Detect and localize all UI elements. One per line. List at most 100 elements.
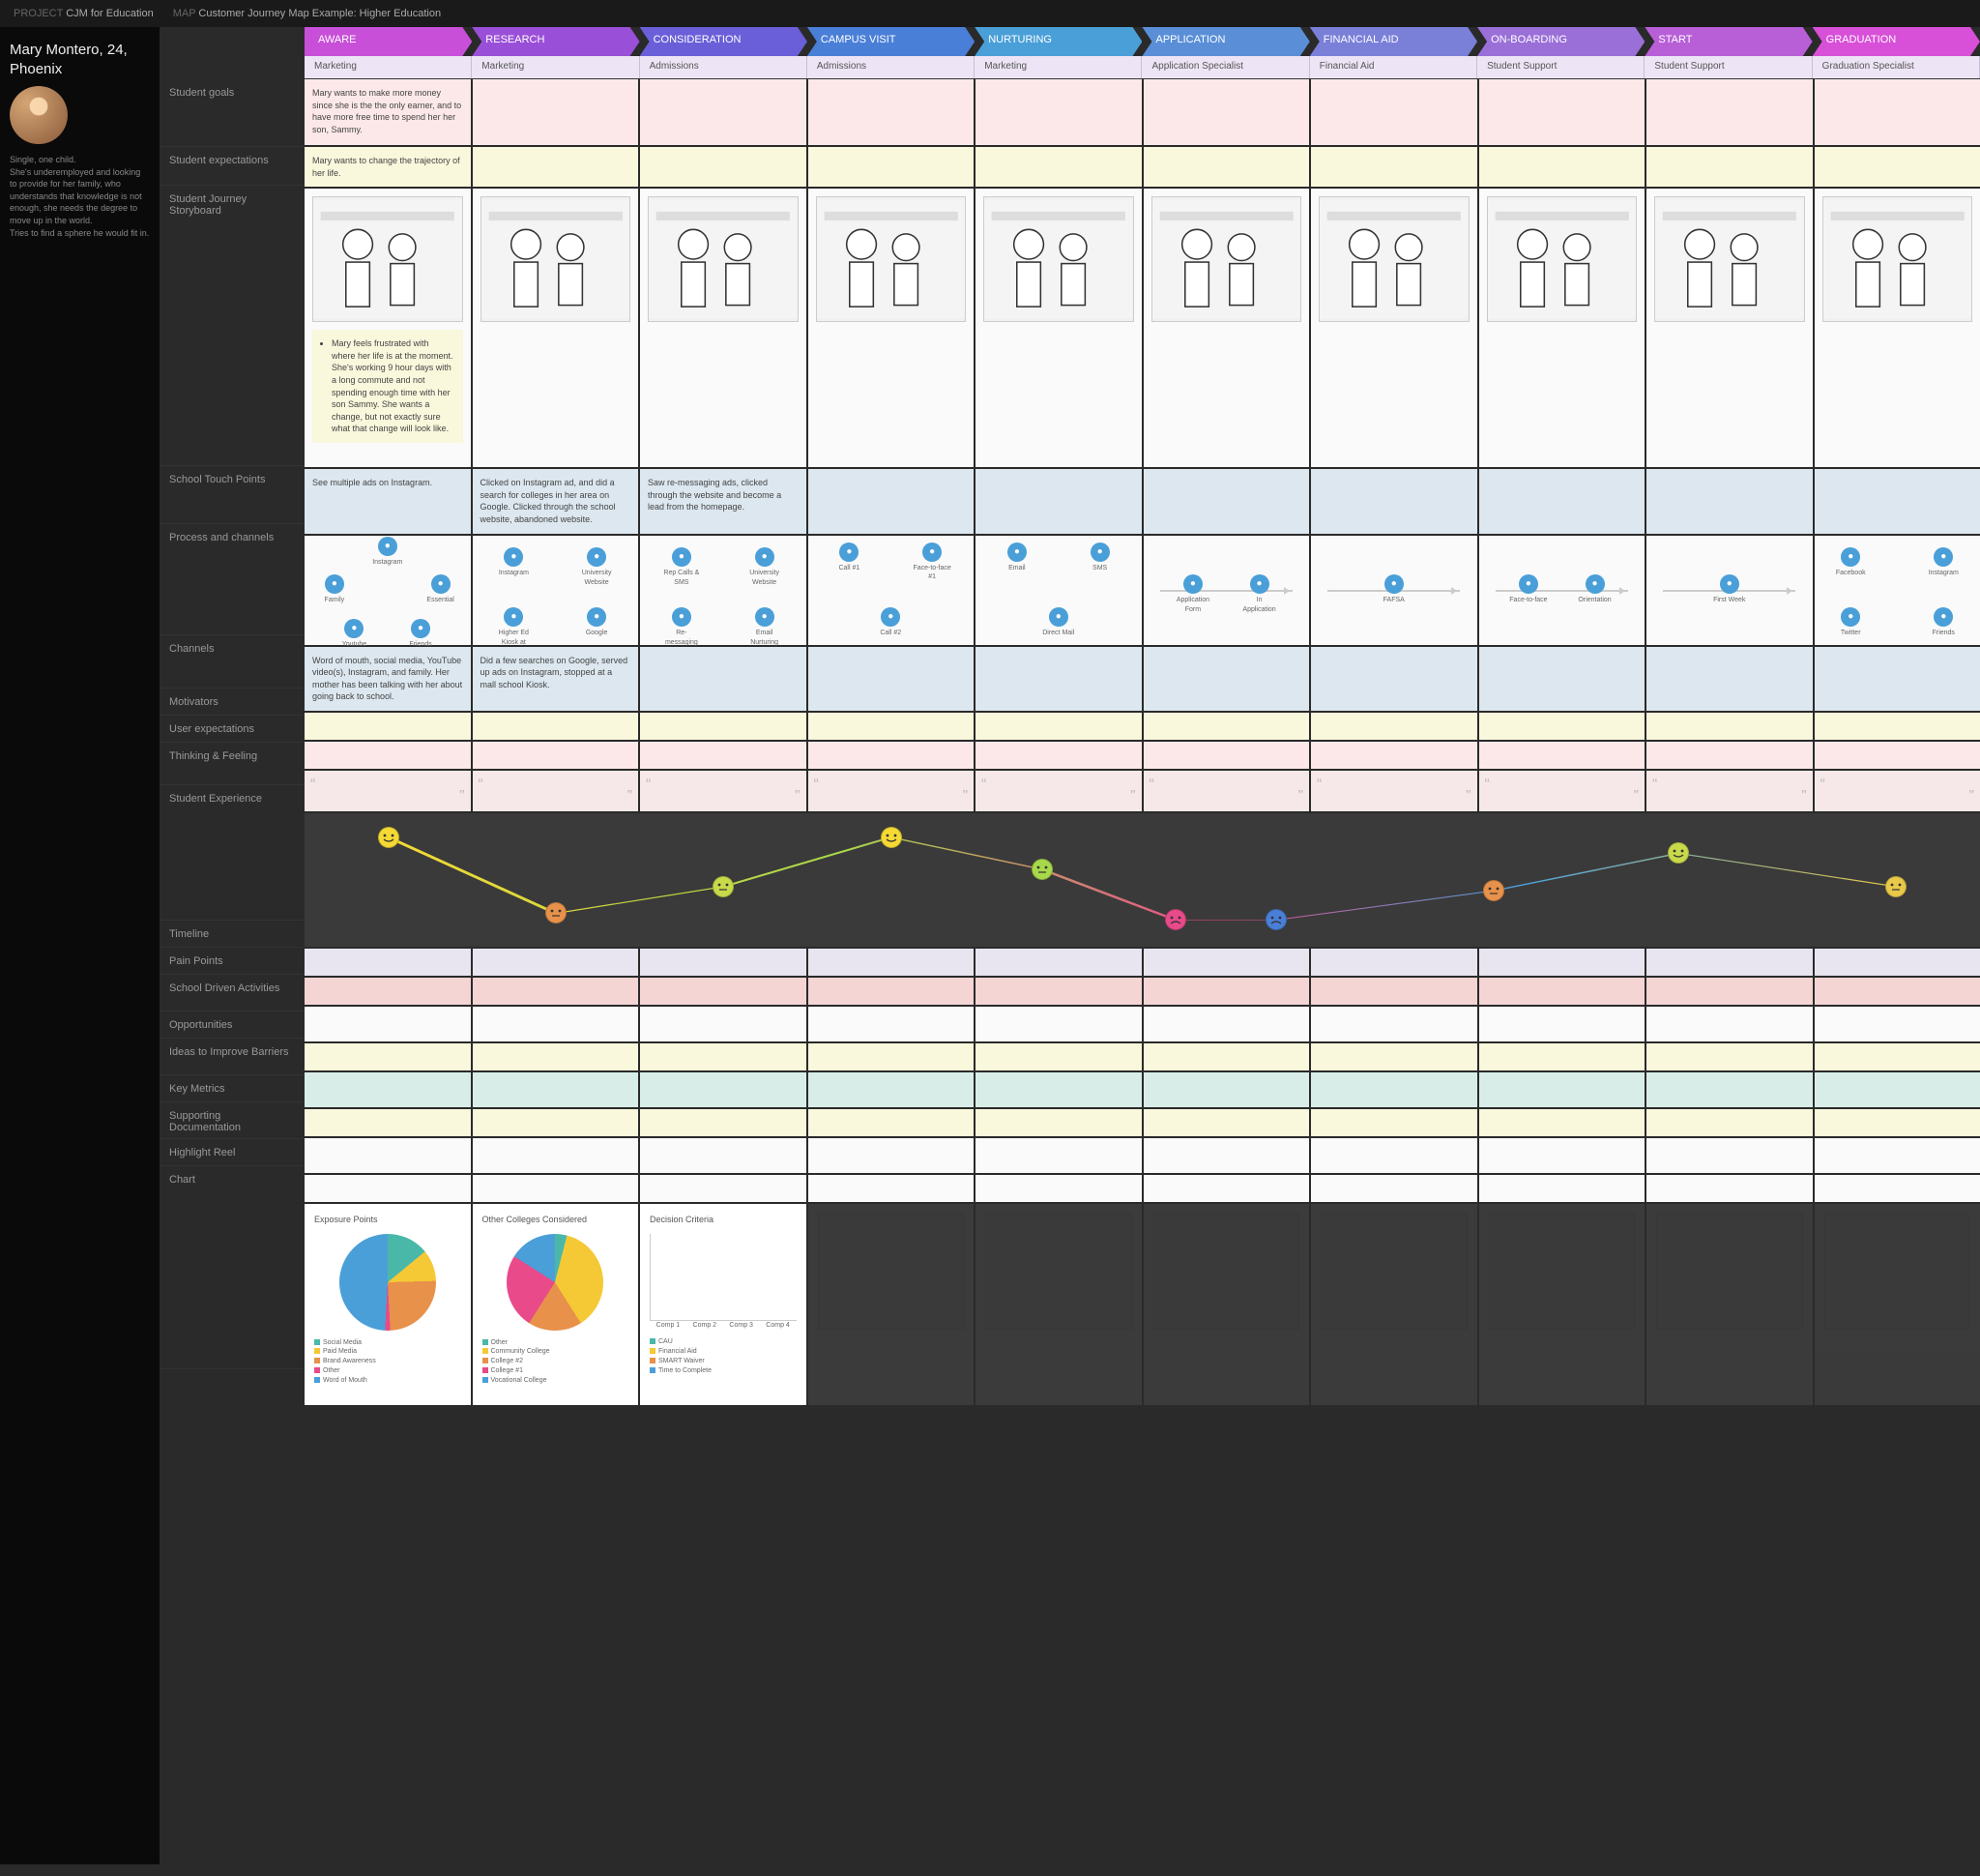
cell[interactable] <box>1144 1138 1312 1173</box>
cell[interactable] <box>1479 147 1647 187</box>
cell[interactable] <box>975 742 1144 769</box>
cell[interactable] <box>975 949 1144 976</box>
cell[interactable] <box>473 147 641 187</box>
cell[interactable]: Word of mouth, social media, YouTube vid… <box>305 647 473 711</box>
cell[interactable] <box>305 1138 473 1173</box>
cell[interactable] <box>975 1175 1144 1202</box>
cell[interactable] <box>808 1043 976 1070</box>
cell[interactable] <box>305 713 473 740</box>
stage-graduation[interactable]: GRADUATION <box>1813 27 1980 56</box>
cell[interactable] <box>975 1109 1144 1136</box>
cell[interactable] <box>1144 189 1312 467</box>
cell[interactable] <box>1144 1175 1312 1202</box>
cell[interactable]: Saw re-messaging ads, clicked through th… <box>640 469 808 533</box>
cell[interactable] <box>1815 978 1980 1005</box>
stage-on-boarding[interactable]: ON-BOARDING <box>1477 27 1645 56</box>
cell[interactable]: “” <box>1646 771 1815 811</box>
cell[interactable] <box>1646 647 1815 711</box>
cell[interactable] <box>1479 189 1647 467</box>
cell[interactable] <box>808 713 976 740</box>
cell[interactable] <box>1646 1175 1815 1202</box>
cell[interactable] <box>1815 1072 1980 1107</box>
cell[interactable] <box>808 647 976 711</box>
cell[interactable] <box>1646 147 1815 187</box>
cell[interactable] <box>808 189 976 467</box>
cell[interactable] <box>1815 949 1980 976</box>
cell[interactable] <box>1144 1109 1312 1136</box>
cell[interactable] <box>1815 147 1980 187</box>
cell[interactable] <box>640 713 808 740</box>
cell[interactable] <box>808 1138 976 1173</box>
cell[interactable] <box>1311 1109 1479 1136</box>
cell[interactable] <box>1144 469 1312 533</box>
cell[interactable] <box>473 949 641 976</box>
cell[interactable] <box>305 1072 473 1107</box>
cell[interactable] <box>975 1043 1144 1070</box>
stage-nurturing[interactable]: NURTURING <box>975 27 1142 56</box>
cell[interactable] <box>1815 713 1980 740</box>
cell[interactable] <box>808 949 976 976</box>
cell[interactable]: ●Instagram●Family●Essential●Youtube●Frie… <box>305 536 473 645</box>
cell[interactable] <box>1815 647 1980 711</box>
cell[interactable] <box>975 1138 1144 1173</box>
cell[interactable]: “” <box>1311 771 1479 811</box>
cell[interactable] <box>305 1109 473 1136</box>
cell[interactable]: ●Email●SMS●Direct Mail <box>975 536 1144 645</box>
cell[interactable] <box>1479 1109 1647 1136</box>
cell[interactable] <box>1311 1072 1479 1107</box>
cell[interactable] <box>975 978 1144 1005</box>
cell[interactable] <box>640 742 808 769</box>
cell[interactable] <box>640 1007 808 1041</box>
cell[interactable] <box>975 647 1144 711</box>
cell[interactable]: ●Call #1●Face-to-face #1●Call #2 <box>808 536 976 645</box>
cell[interactable]: “” <box>1144 771 1312 811</box>
cell[interactable] <box>1144 1043 1312 1070</box>
cell[interactable] <box>640 79 808 145</box>
cell[interactable] <box>1646 79 1815 145</box>
cell[interactable] <box>473 1072 641 1107</box>
cell[interactable] <box>473 1109 641 1136</box>
cell[interactable] <box>1646 189 1815 467</box>
cell[interactable] <box>975 1007 1144 1041</box>
cell[interactable] <box>1646 978 1815 1005</box>
cell[interactable] <box>305 1007 473 1041</box>
cell[interactable]: ●Rep Calls & SMS●University Website●Re-m… <box>640 536 808 645</box>
cell[interactable] <box>1144 742 1312 769</box>
cell[interactable]: Decision CriteriaComp 1Comp 2Comp 3Comp … <box>640 1204 808 1405</box>
cell[interactable] <box>1311 147 1479 187</box>
cell[interactable] <box>1311 79 1479 145</box>
cell[interactable] <box>1144 647 1312 711</box>
cell[interactable] <box>473 1138 641 1173</box>
cell[interactable] <box>1311 1204 1479 1405</box>
cell[interactable] <box>1479 1204 1647 1405</box>
cell[interactable]: Mary wants to change the trajectory of h… <box>305 147 473 187</box>
cell[interactable] <box>1311 647 1479 711</box>
cell[interactable] <box>473 742 641 769</box>
cell[interactable]: ●First Week <box>1646 536 1815 645</box>
cell[interactable] <box>1479 1175 1647 1202</box>
cell[interactable] <box>1815 189 1980 467</box>
cell[interactable] <box>640 1043 808 1070</box>
cell[interactable] <box>640 1109 808 1136</box>
cell[interactable] <box>640 1175 808 1202</box>
cell[interactable] <box>473 713 641 740</box>
stage-start[interactable]: START <box>1645 27 1812 56</box>
cell[interactable] <box>975 189 1144 467</box>
cell[interactable]: Clicked on Instagram ad, and did a searc… <box>473 469 641 533</box>
cell[interactable]: “” <box>640 771 808 811</box>
cell[interactable] <box>1479 79 1647 145</box>
cell[interactable] <box>808 1109 976 1136</box>
cell[interactable]: Other Colleges ConsideredOtherCommunity … <box>473 1204 641 1405</box>
cell[interactable] <box>640 189 808 467</box>
cell[interactable] <box>305 1043 473 1070</box>
cell[interactable] <box>1815 1175 1980 1202</box>
cell[interactable]: ●FAFSA <box>1311 536 1479 645</box>
cell[interactable] <box>1311 978 1479 1005</box>
cell[interactable] <box>1479 1043 1647 1070</box>
cell[interactable] <box>1311 713 1479 740</box>
cell[interactable] <box>473 1175 641 1202</box>
stage-research[interactable]: RESEARCH <box>472 27 639 56</box>
cell[interactable]: Did a few searches on Google, served up … <box>473 647 641 711</box>
cell[interactable] <box>808 1072 976 1107</box>
cell[interactable] <box>1479 949 1647 976</box>
